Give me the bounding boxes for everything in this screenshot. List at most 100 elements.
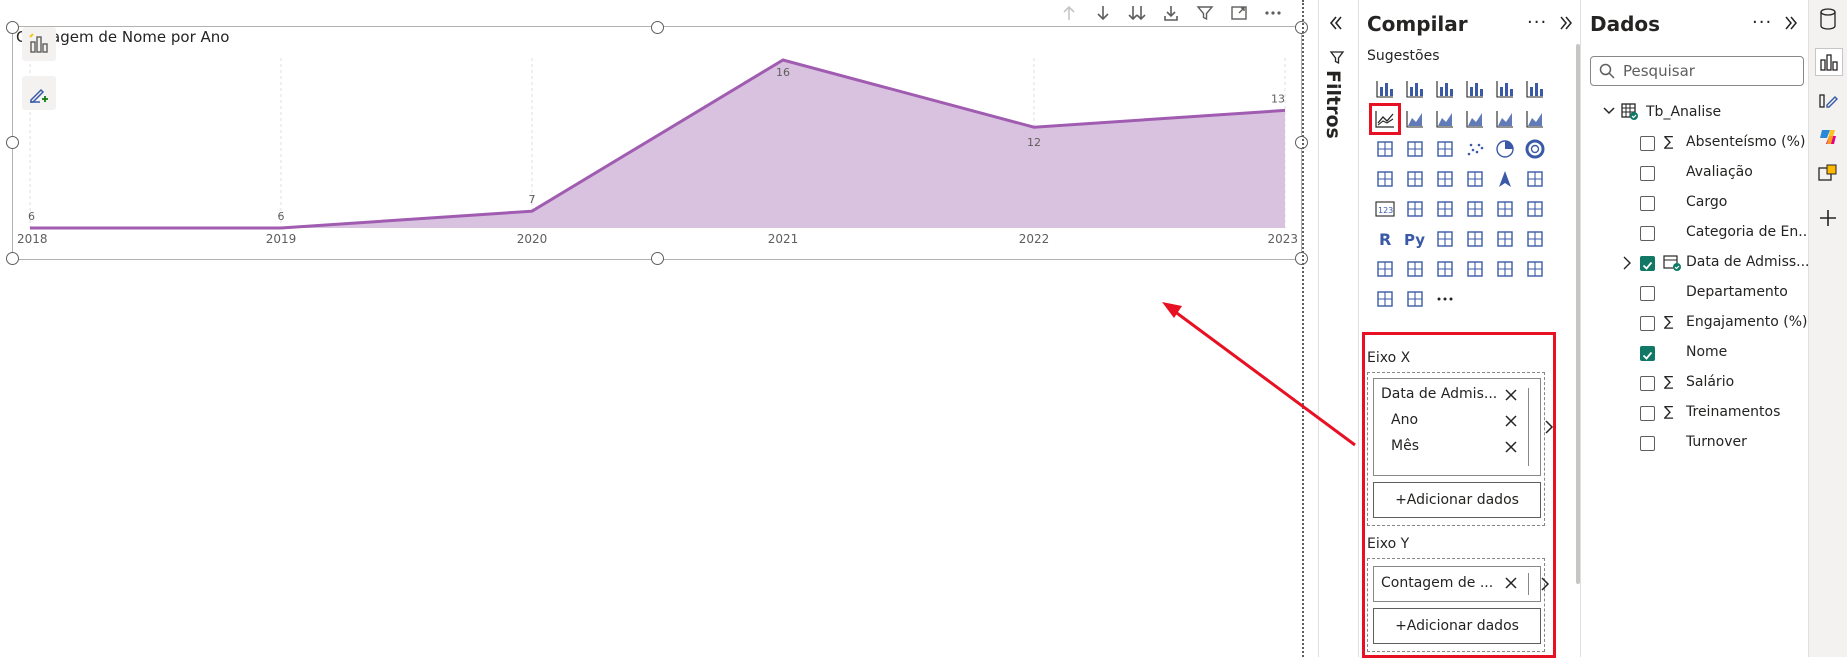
stacked-bar-icon[interactable] [1370, 74, 1400, 104]
card-icon[interactable]: 123 [1370, 194, 1400, 224]
power-apps-icon[interactable] [1460, 254, 1490, 284]
field-checkbox[interactable] [1640, 256, 1655, 271]
qna-icon[interactable] [1490, 224, 1520, 254]
table-name[interactable]: Tb_Analise [1646, 104, 1721, 120]
field-checkbox[interactable] [1640, 166, 1655, 181]
field-name[interactable]: Absenteísmo (%) [1686, 134, 1805, 150]
python-visual-icon[interactable]: Py [1400, 224, 1430, 254]
change-visual-button[interactable] [22, 27, 56, 61]
donut-chart-icon[interactable] [1520, 134, 1550, 164]
data-cylinder-icon[interactable] [1815, 6, 1841, 32]
line-chart-icon[interactable] [1369, 103, 1401, 135]
remove-field-icon[interactable] [1504, 440, 1518, 454]
power-automate-icon[interactable] [1490, 254, 1520, 284]
field-checkbox[interactable] [1640, 136, 1655, 151]
collapse-right-icon[interactable] [1782, 14, 1800, 32]
kpi-icon[interactable] [1430, 194, 1460, 224]
paginated-report-icon[interactable] [1520, 224, 1550, 254]
collapse-left-icon[interactable] [1327, 14, 1345, 32]
area-fill[interactable] [30, 60, 1285, 228]
field-checkbox[interactable] [1640, 316, 1655, 331]
more-visuals-icon[interactable] [1430, 284, 1460, 314]
x-tick-label: 2021 [768, 232, 799, 246]
metrics-icon[interactable] [1430, 254, 1460, 284]
table-icon[interactable] [1490, 194, 1520, 224]
add-pane-icon[interactable] [1815, 205, 1841, 231]
chevron-visual-icon[interactable] [1400, 284, 1430, 314]
line-column-icon[interactable] [1490, 104, 1520, 134]
multi-row-card-icon[interactable] [1400, 194, 1430, 224]
chevron-right-icon[interactable] [1543, 419, 1555, 435]
field-checkbox[interactable] [1640, 346, 1655, 361]
stacked-column-icon[interactable] [1400, 74, 1430, 104]
arcgis-icon[interactable] [1520, 254, 1550, 284]
area-chart-icon[interactable] [1400, 104, 1430, 134]
y-axis-add-data-button[interactable]: +Adicionar dados [1373, 608, 1541, 644]
stacked-area-icon[interactable] [1430, 104, 1460, 134]
copilot-icon[interactable] [1815, 124, 1841, 150]
field-name[interactable]: Avaliação [1686, 164, 1753, 180]
field-checkbox[interactable] [1640, 406, 1655, 421]
field-name[interactable]: Nome [1686, 344, 1727, 360]
map-icon[interactable] [1400, 164, 1430, 194]
field-checkbox[interactable] [1640, 376, 1655, 391]
remove-field-icon[interactable] [1504, 576, 1518, 590]
funnel-chart-icon[interactable] [1430, 134, 1460, 164]
100-stacked-bar-icon[interactable] [1490, 74, 1520, 104]
y-axis-field-pill[interactable]: Contagem de ... [1373, 566, 1550, 602]
format-visual-button[interactable] [22, 76, 56, 110]
build-visual-icon[interactable] [1815, 48, 1843, 76]
field-name[interactable]: Cargo [1686, 194, 1727, 210]
azure-map-icon[interactable] [1490, 164, 1520, 194]
trophy-icon[interactable] [1370, 254, 1400, 284]
remove-field-icon[interactable] [1504, 414, 1518, 428]
chevron-right-icon[interactable] [1622, 256, 1632, 270]
bookmarks-pane-icon[interactable] [1815, 160, 1841, 186]
x-axis-field-label: Mês [1391, 438, 1419, 454]
x-axis-add-data-button[interactable]: +Adicionar dados [1373, 482, 1541, 518]
r-visual-icon[interactable]: R [1370, 224, 1400, 254]
field-name[interactable]: Data de Admiss... [1686, 254, 1810, 270]
treemap-icon[interactable] [1370, 164, 1400, 194]
ribbon-chart-icon[interactable] [1370, 134, 1400, 164]
remove-field-icon[interactable] [1504, 388, 1518, 402]
gauge-icon[interactable] [1520, 164, 1550, 194]
line-clustered-column-icon[interactable] [1520, 104, 1550, 134]
field-checkbox[interactable] [1640, 286, 1655, 301]
data-search-input[interactable]: Pesquisar [1590, 56, 1804, 86]
field-checkbox[interactable] [1640, 226, 1655, 241]
field-name[interactable]: Salário [1686, 374, 1734, 390]
field-name[interactable]: Departamento [1686, 284, 1788, 300]
clustered-column-icon[interactable] [1460, 74, 1490, 104]
filters-pane-label[interactable]: Filtros [1322, 70, 1344, 139]
matrix-icon[interactable] [1520, 194, 1550, 224]
chevron-right-icon[interactable] [1540, 577, 1550, 591]
slicer-icon[interactable] [1460, 194, 1490, 224]
field-name[interactable]: Turnover [1686, 434, 1747, 450]
field-checkbox[interactable] [1640, 436, 1655, 451]
field-name[interactable]: Treinamentos [1686, 404, 1780, 420]
scatter-chart-icon[interactable] [1460, 134, 1490, 164]
check-icon [1642, 261, 1653, 270]
chevron-down-icon[interactable] [1602, 104, 1616, 118]
filled-map-icon[interactable] [1430, 164, 1460, 194]
diamond-visual-icon[interactable] [1370, 284, 1400, 314]
data-pane-title: Dados [1590, 12, 1661, 36]
narrative-icon[interactable] [1400, 254, 1430, 284]
decomposition-tree-icon[interactable] [1460, 224, 1490, 254]
field-checkbox[interactable] [1640, 196, 1655, 211]
field-name[interactable]: Engajamento (%) [1686, 314, 1808, 330]
field-name[interactable]: Categoria de En... [1686, 224, 1812, 240]
100-stacked-area-icon[interactable] [1460, 104, 1490, 134]
pie-chart-icon[interactable] [1490, 134, 1520, 164]
shape-map-icon[interactable] [1460, 164, 1490, 194]
build-pane-title: Compilar [1367, 12, 1468, 36]
format-pane-icon[interactable] [1815, 86, 1841, 112]
collapse-right-icon[interactable] [1557, 14, 1575, 32]
data-more-options-icon[interactable]: ··· [1752, 12, 1772, 33]
build-more-options-icon[interactable]: ··· [1527, 12, 1547, 33]
waterfall-chart-icon[interactable] [1400, 134, 1430, 164]
100-stacked-column-icon[interactable] [1520, 74, 1550, 104]
clustered-bar-icon[interactable] [1430, 74, 1460, 104]
key-influencers-icon[interactable] [1430, 224, 1460, 254]
